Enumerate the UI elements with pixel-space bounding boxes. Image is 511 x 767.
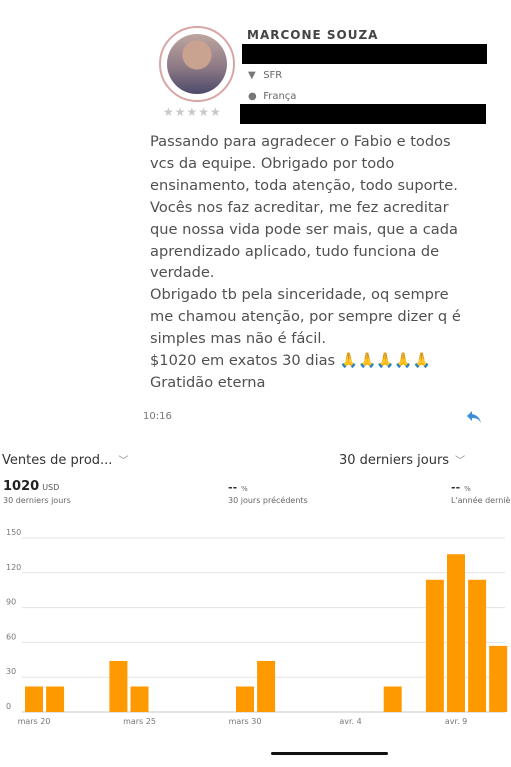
period-dropdown[interactable]: 30 derniers jours ﹀: [339, 452, 465, 468]
bar-mars-20[interactable]: [25, 686, 43, 712]
avatar[interactable]: [159, 26, 235, 102]
x-tick-label: avr. 9: [445, 717, 467, 725]
metric-dropdown[interactable]: Ventes de prod... ﹀: [2, 452, 128, 468]
last-year-unit: %: [464, 485, 471, 493]
wifi-icon: ▼: [248, 70, 256, 81]
message-line: ensinamento, toda atenção, todo suporte.: [150, 176, 458, 194]
total-caption: 30 derniers jours: [3, 496, 71, 505]
x-tick-label: mars 30: [229, 717, 262, 725]
last-year-change: --%: [451, 481, 471, 494]
prev-period-value: --: [228, 481, 238, 494]
last-year-value: --: [451, 481, 461, 494]
bar-mars-30[interactable]: [236, 686, 254, 712]
x-tick-label: mars 20: [18, 717, 51, 725]
sales-bar-chart: 0 30 60 90 120 150 mars 20 mars 25 mars 30 avr. 4…: [6, 528, 508, 725]
bar-mars-31[interactable]: [257, 660, 276, 712]
message-line: $1020 em exatos 30 dias 🙏🙏🙏🙏🙏: [150, 352, 431, 370]
prev-period-change: --%: [228, 481, 248, 494]
message-line: Vocês nos faz acreditar, me fez acredita…: [150, 198, 449, 216]
chevron-down-icon: ﹀: [118, 456, 129, 467]
prev-period-caption: 30 jours précédents: [228, 496, 308, 505]
y-tick-label: 60: [6, 632, 16, 641]
country-row: ● França: [248, 91, 296, 102]
message-line: Gratidão eterna: [150, 373, 266, 391]
bar-mars-24[interactable]: [109, 660, 128, 712]
y-tick-label: 150: [6, 528, 21, 537]
country-label: França: [263, 91, 297, 102]
carrier-label: SFR: [263, 70, 283, 81]
carrier-row: ▼ SFR: [248, 70, 282, 81]
reply-icon[interactable]: [466, 410, 482, 424]
message-line: que nossa vida pode ser mais, que a cada: [150, 220, 458, 238]
message-line: me chamou atenção, por sempre dizer q é: [150, 308, 461, 326]
message-line: vcs da equipe. Obrigado por todo: [150, 154, 395, 172]
message-line: simples mas não é fácil.: [150, 330, 327, 348]
total-sales-unit: USD: [42, 483, 60, 492]
message-line: Obrigado tb pela sinceridade, oq sempre: [150, 286, 449, 304]
redacted-bar: [240, 104, 486, 124]
bar-avr-10[interactable]: [468, 579, 487, 712]
total-sales: 1020 USD: [3, 479, 59, 494]
redacted-bar: [242, 44, 487, 64]
message-line: verdade.: [150, 264, 215, 282]
reviewer-name: MARCONE SOUZA: [247, 28, 379, 42]
bar-mars-25[interactable]: [130, 686, 149, 712]
total-sales-value: 1020: [3, 479, 40, 494]
y-tick-label: 90: [6, 598, 16, 607]
period-dropdown-label: 30 derniers jours: [339, 453, 450, 468]
last-year-caption: L'année dernière: [451, 496, 511, 505]
bar-avr-8[interactable]: [425, 579, 444, 712]
bar-avr-9[interactable]: [447, 554, 465, 712]
bar-avr-11[interactable]: [489, 645, 508, 712]
prev-period-unit: %: [241, 485, 248, 493]
x-tick-label: avr. 4: [339, 717, 361, 725]
rating-stars: ★★★★★: [163, 105, 222, 119]
bar-avr-6[interactable]: [383, 686, 402, 712]
home-indicator[interactable]: [271, 752, 388, 755]
y-tick-label: 0: [6, 702, 11, 711]
chevron-down-icon: ﹀: [455, 456, 466, 467]
message-line: Passando para agradecer o Fabio e todos: [150, 133, 451, 150]
location-pin-icon: ●: [248, 91, 257, 102]
review-message: Passando para agradecer o Fabio e todos …: [150, 131, 475, 394]
message-time: 10:16: [143, 411, 172, 422]
x-tick-label: mars 25: [123, 717, 156, 725]
y-tick-label: 120: [6, 563, 21, 572]
bar-mars-21[interactable]: [46, 686, 65, 712]
message-line: aprendizado aplicado, tudo funciona de: [150, 242, 440, 260]
metric-dropdown-label: Ventes de prod...: [2, 453, 113, 468]
y-tick-label: 30: [6, 667, 16, 676]
